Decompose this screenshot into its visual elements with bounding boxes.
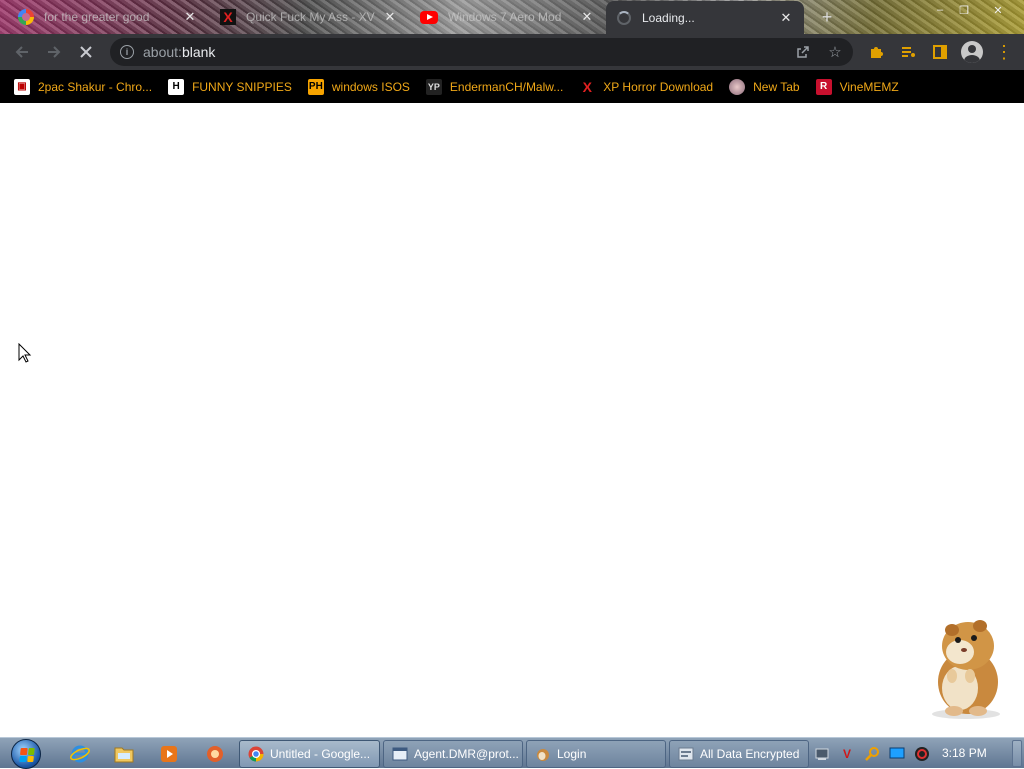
close-window-button[interactable]: ✕: [986, 2, 1010, 18]
chrome-icon: [248, 746, 264, 762]
volume-tray-icon[interactable]: [912, 744, 932, 764]
mouse-cursor-icon: [18, 343, 32, 363]
windows-logo-icon: [11, 738, 41, 769]
bookmark-star-icon[interactable]: ☆: [825, 42, 845, 62]
back-button[interactable]: [8, 38, 36, 66]
new-tab-button[interactable]: +: [816, 6, 838, 28]
app-window-icon: [392, 746, 408, 762]
tab-greater-good[interactable]: for the greater good ✕: [8, 2, 208, 32]
tab-close-icon[interactable]: ✕: [778, 10, 794, 26]
encrypted-window-icon: [678, 746, 694, 762]
maximize-button[interactable]: ❐: [952, 2, 976, 18]
tab-title: Windows 7 Aero Mod: [448, 10, 562, 24]
tab-title: Loading...: [642, 10, 695, 25]
tab-title: for the greater good: [44, 10, 150, 24]
tab-close-icon[interactable]: ✕: [579, 9, 595, 25]
show-desktop-button[interactable]: [1012, 740, 1022, 767]
file-explorer-icon[interactable]: [112, 742, 136, 766]
minimize-button[interactable]: –: [928, 2, 952, 18]
taskbar-item-all-data-encrypted[interactable]: All Data Encrypted: [669, 740, 809, 768]
bookmark-windows-isos[interactable]: PH windows ISOS: [307, 78, 410, 95]
address-bar[interactable]: i about:blank ☆: [110, 38, 853, 66]
bookmark-r-icon: R: [815, 78, 832, 95]
bookmarks-bar: ▣ 2pac Shakur - Chro... H FUNNY SNIPPIES…: [0, 70, 1024, 103]
extensions-puzzle-icon[interactable]: [864, 38, 888, 66]
hamster-mascot-icon: [932, 620, 1000, 719]
display-tray-icon[interactable]: [887, 744, 907, 764]
tab-windows-aero[interactable]: Windows 7 Aero Mod ✕: [410, 2, 605, 32]
menu-kebab-icon[interactable]: ⋮: [992, 38, 1016, 66]
bookmark-xp-horror[interactable]: X XP Horror Download: [579, 78, 714, 95]
bookmark-2pac-icon: ▣: [14, 78, 30, 95]
bookmark-h-icon: H: [168, 78, 185, 95]
windows-taskbar: Untitled - Google... Agent.DMR@prot... L…: [0, 737, 1024, 769]
url-text: about:blank: [143, 44, 216, 60]
google-icon: [18, 9, 34, 25]
tab-title: Quick Fuck My Ass - XV: [246, 10, 375, 24]
back-arrow-icon: [15, 46, 28, 58]
bookmark-new-tab[interactable]: New Tab: [729, 78, 800, 95]
taskbar-clock[interactable]: 3:18 PM: [942, 746, 987, 760]
taskbar-item-login[interactable]: Login: [526, 740, 666, 768]
start-button[interactable]: [8, 738, 44, 769]
media-player-icon[interactable]: [157, 742, 181, 766]
browser-toolbar: i about:blank ☆ ⋮: [0, 34, 1024, 70]
bookmark-newtab-icon: [729, 78, 746, 95]
tab-strip: for the greater good ✕ X Quick Fuck My A…: [0, 0, 1024, 34]
bookmark-yp-icon: YP: [425, 78, 442, 95]
tab-close-icon[interactable]: ✕: [382, 9, 398, 25]
network-tray-icon[interactable]: [812, 744, 832, 764]
search-key-tray-icon[interactable]: [862, 744, 882, 764]
v-tray-icon[interactable]: V: [837, 744, 857, 764]
taskbar-item-chrome[interactable]: Untitled - Google...: [239, 740, 380, 768]
bookmark-x-icon: X: [582, 78, 592, 95]
bookmark-funny-snippies[interactable]: H FUNNY SNIPPIES: [168, 78, 292, 95]
stop-x-icon: [80, 46, 92, 58]
media-control-icon[interactable]: [896, 38, 920, 66]
side-panel-icon[interactable]: [928, 38, 952, 66]
forward-arrow-icon: [48, 46, 61, 58]
hamster-app-icon: [535, 746, 551, 762]
stop-button[interactable]: [72, 38, 100, 66]
bookmark-2pac[interactable]: ▣ 2pac Shakur - Chro...: [14, 78, 152, 95]
bookmark-vinememz[interactable]: R VineMEMZ: [815, 78, 899, 95]
x-site-icon: X: [220, 9, 236, 25]
tab-xv[interactable]: X Quick Fuck My Ass - XV ✕: [210, 2, 408, 32]
bookmark-ph-icon: PH: [307, 78, 324, 95]
tab-loading[interactable]: Loading... ✕: [606, 1, 804, 34]
pinned-app-icon[interactable]: [203, 742, 227, 766]
share-icon[interactable]: [793, 42, 813, 62]
bookmark-endermanch[interactable]: YP EndermanCH/Malw...: [425, 78, 563, 95]
tab-close-icon[interactable]: ✕: [182, 9, 198, 25]
loading-spinner-icon: [616, 10, 632, 26]
forward-button[interactable]: [40, 38, 68, 66]
profile-avatar-icon[interactable]: [960, 38, 984, 66]
taskbar-item-agent-dmr[interactable]: Agent.DMR@prot...: [383, 740, 523, 768]
info-icon[interactable]: i: [120, 45, 134, 59]
youtube-icon: [420, 10, 438, 24]
page-content-blank[interactable]: [0, 103, 1024, 737]
internet-explorer-icon[interactable]: [68, 742, 92, 766]
